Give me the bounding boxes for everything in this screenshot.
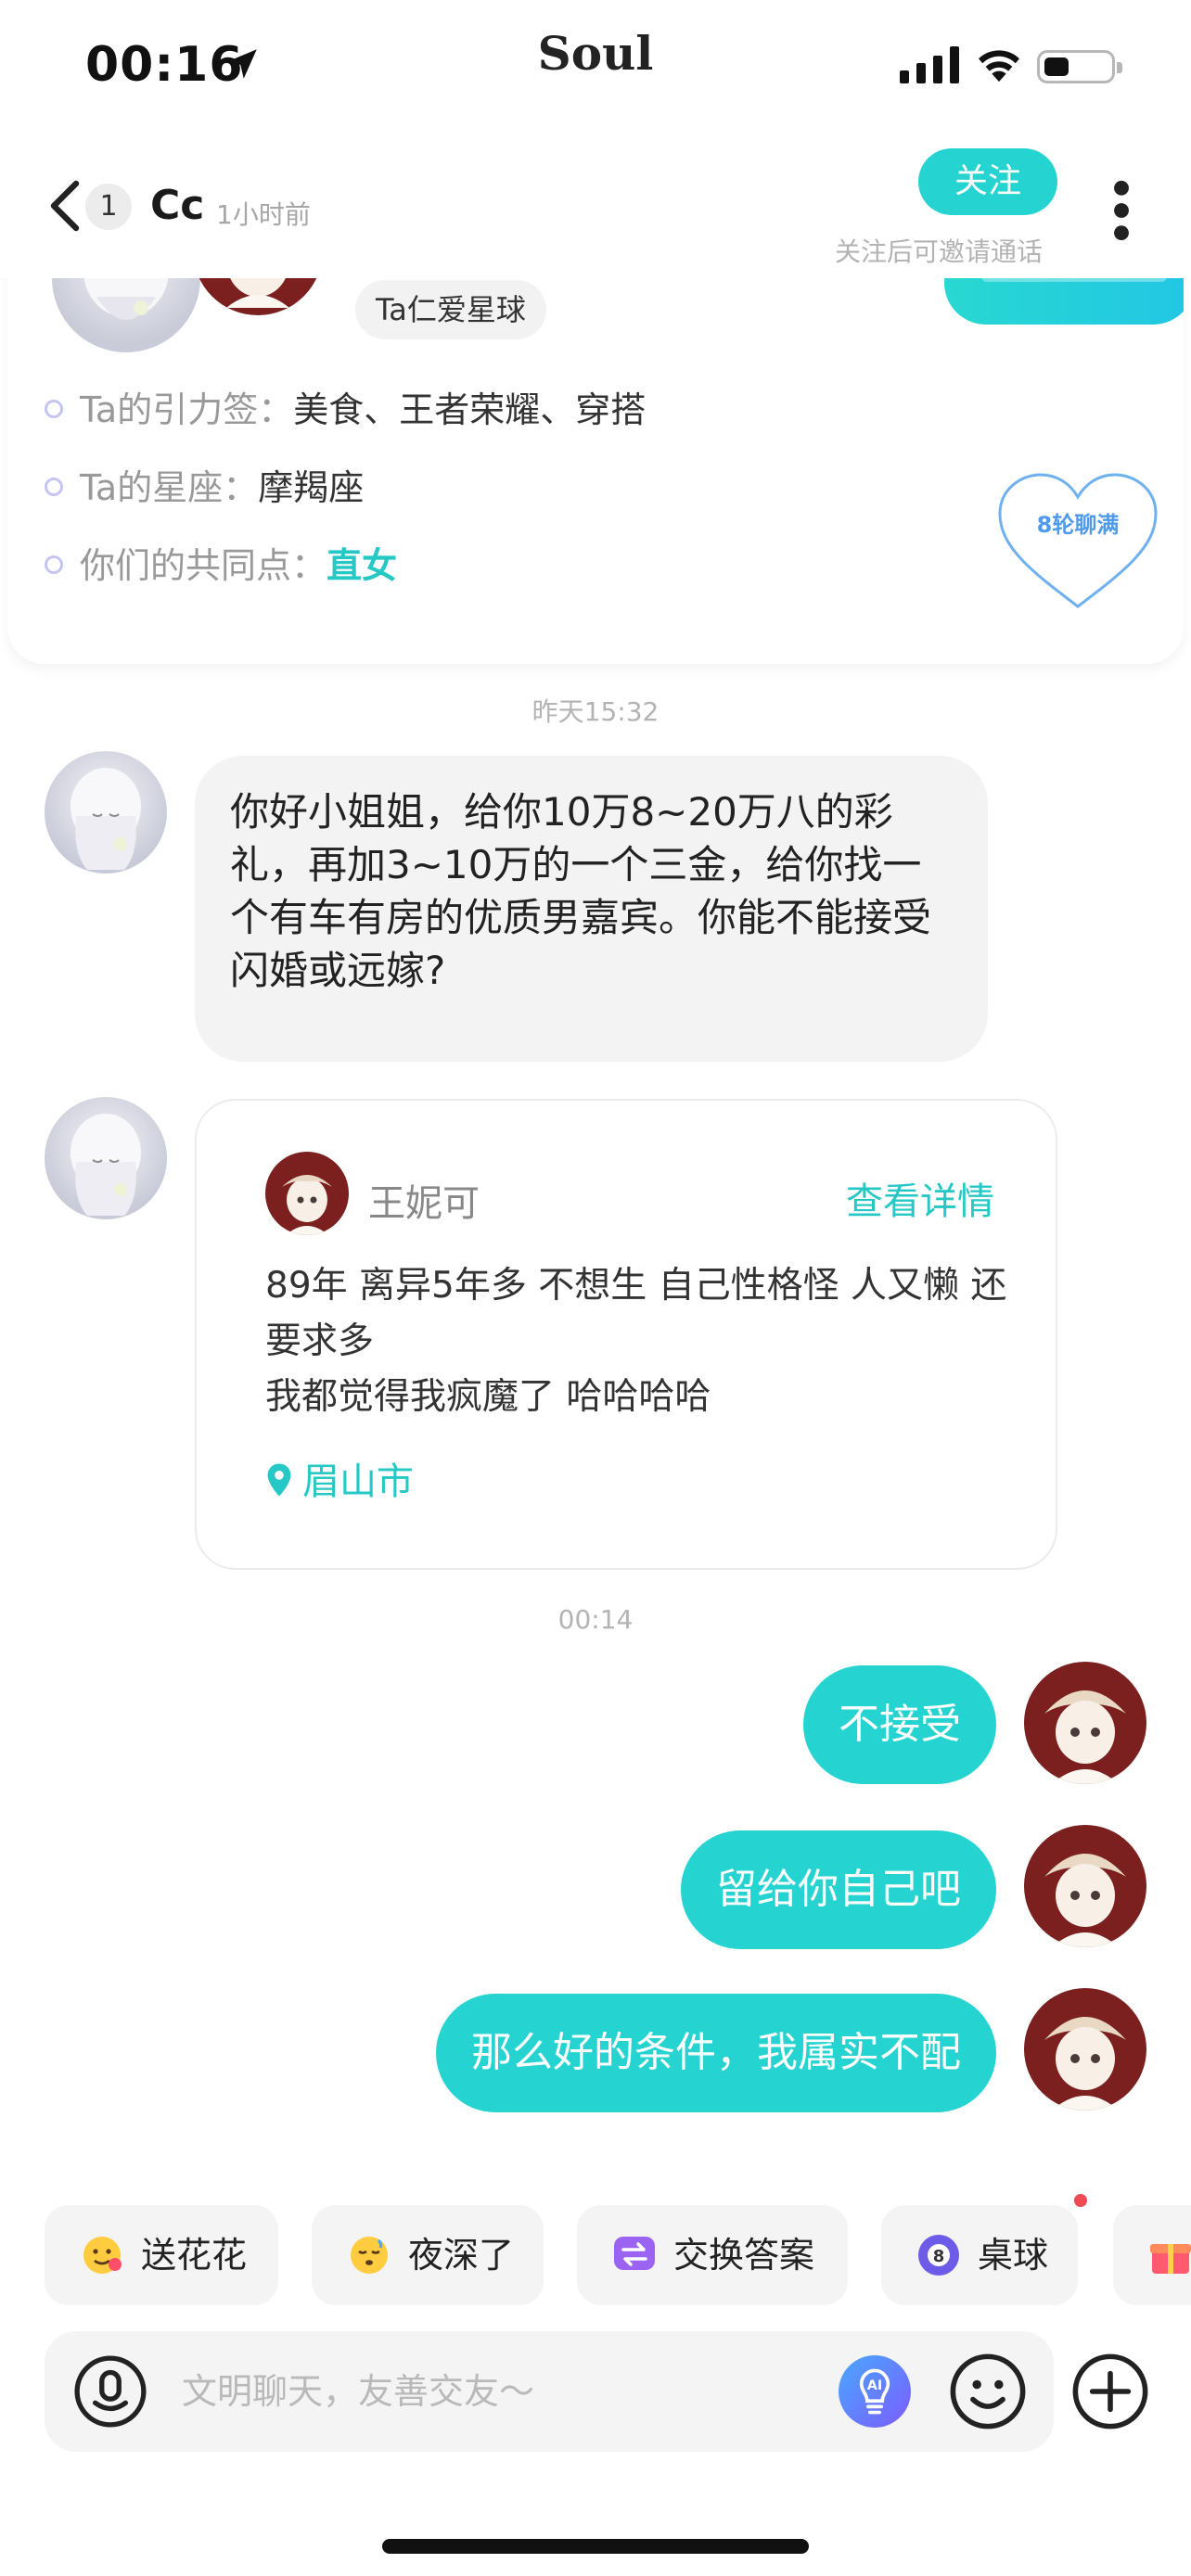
- quick-action-label: 送花花: [141, 2235, 248, 2276]
- profile-card: Ta仁爱星球 Ta的引力签：美食、王者荣耀、穿搭 Ta的星座：摩羯座 你们的共同…: [7, 223, 1184, 664]
- tags-value: 美食、王者荣耀、穿搭: [293, 389, 647, 430]
- quick-action-late-night[interactable]: 夜深了: [312, 2205, 544, 2305]
- quick-action-label: 夜深了: [408, 2235, 515, 2276]
- shared-user-avatar[interactable]: [265, 1152, 349, 1235]
- follow-button[interactable]: 关注: [918, 148, 1057, 215]
- cellular-signal-icon: [900, 46, 959, 83]
- status-bar: 00:16 Soul: [0, 0, 1191, 130]
- quick-action-exchange-answers[interactable]: 交换答案: [577, 2205, 848, 2305]
- back-icon[interactable]: [48, 180, 82, 232]
- outgoing-message[interactable]: 留给你自己吧: [681, 1830, 996, 1949]
- my-avatar[interactable]: [1024, 1988, 1146, 2111]
- shared-profile-card[interactable]: 王妮可 查看详情 89年 离异5年多 不想生 自己性格怪 人又懒 还要求多 我都…: [195, 1099, 1057, 1570]
- contact-avatar[interactable]: [45, 751, 167, 874]
- quick-action-billiards[interactable]: 8 桌球: [881, 2205, 1078, 2305]
- bullet-dot: [45, 477, 63, 496]
- common-value: 直女: [327, 545, 398, 586]
- quick-action-label: 桌球: [978, 2235, 1049, 2276]
- ai-assistant-icon[interactable]: AI: [837, 2353, 913, 2429]
- heart-badge-icon[interactable]: 8轮聊满: [994, 469, 1161, 618]
- info-row-zodiac: Ta的星座：摩羯座: [45, 460, 364, 516]
- emoji-icon[interactable]: [948, 2352, 1028, 2431]
- voice-icon[interactable]: [72, 2353, 148, 2429]
- last-seen: 1小时前: [216, 199, 311, 230]
- quick-action-send-flowers[interactable]: 送花花: [45, 2205, 278, 2305]
- ai-label: AI: [867, 2378, 882, 2393]
- heart-badge-label: 8轮聊满: [1037, 512, 1120, 538]
- location-pin-icon: [267, 1463, 291, 1497]
- contact-avatar[interactable]: [45, 1097, 167, 1219]
- zodiac-value: 摩羯座: [258, 467, 365, 508]
- billiard-ball-icon: 8: [918, 2235, 959, 2276]
- message-timestamp: 00:14: [557, 1604, 634, 1635]
- contact-name[interactable]: Cc: [150, 182, 204, 229]
- zodiac-label: Ta的星座：: [80, 467, 259, 508]
- notification-dot: [1074, 2194, 1087, 2207]
- battery-icon: [1037, 50, 1122, 83]
- message-input-bar: AI: [45, 2331, 1054, 2452]
- my-avatar[interactable]: [1024, 1662, 1146, 1784]
- svg-text:8: 8: [933, 2247, 945, 2266]
- message-input[interactable]: [182, 2359, 831, 2424]
- outgoing-message[interactable]: 不接受: [803, 1665, 996, 1784]
- more-options-icon[interactable]: [1109, 180, 1133, 241]
- bullet-dot: [45, 555, 63, 574]
- message-timestamp: 昨天15:32: [531, 696, 660, 727]
- view-details-link[interactable]: 查看详情: [846, 1171, 994, 1225]
- exchange-icon: [614, 2237, 655, 2270]
- tags-label: Ta的引力签：: [80, 389, 294, 430]
- info-row-tags: Ta的引力签：美食、王者荣耀、穿搭: [45, 382, 646, 438]
- unread-count-badge[interactable]: 1: [85, 184, 132, 230]
- shared-location[interactable]: 眉山市: [265, 1451, 414, 1505]
- bullet-dot: [45, 399, 63, 418]
- quick-action-gift[interactable]: [1113, 2205, 1191, 2305]
- shared-user-name: 王妮可: [368, 1182, 480, 1225]
- flower-face-icon: [83, 2237, 122, 2274]
- planet-tag[interactable]: Ta仁爱星球: [355, 280, 546, 339]
- common-label: 你们的共同点：: [80, 545, 327, 586]
- quick-actions-bar: 送花花 夜深了 交换答案 8 桌球: [0, 2205, 1191, 2307]
- outgoing-message[interactable]: 那么好的条件，我属实不配: [436, 1994, 996, 2112]
- wifi-icon: [979, 50, 1019, 83]
- incoming-message[interactable]: 你好小姐姐，给你10万8~20万八的彩礼，再加3~10万的一个三金，给你找一个有…: [195, 756, 988, 1062]
- shared-post-text: 89年 离异5年多 不想生 自己性格怪 人又懒 还要求多 我都觉得我疯魔了 哈哈…: [265, 1265, 1007, 1418]
- follow-hint: 关注后可邀请通话: [835, 236, 1044, 267]
- info-row-common: 你们的共同点：直女: [45, 538, 397, 593]
- location-label: 眉山市: [302, 1460, 414, 1503]
- plus-icon[interactable]: [1070, 2352, 1150, 2431]
- my-avatar[interactable]: [1024, 1825, 1146, 1947]
- gift-icon: [1150, 2244, 1191, 2274]
- home-indicator[interactable]: [382, 2539, 809, 2554]
- quick-action-label: 交换答案: [673, 2235, 815, 2276]
- chat-header: 1 Cc 1小时前 关注 关注后可邀请通话: [0, 130, 1191, 278]
- sleepy-face-icon: [351, 2237, 388, 2274]
